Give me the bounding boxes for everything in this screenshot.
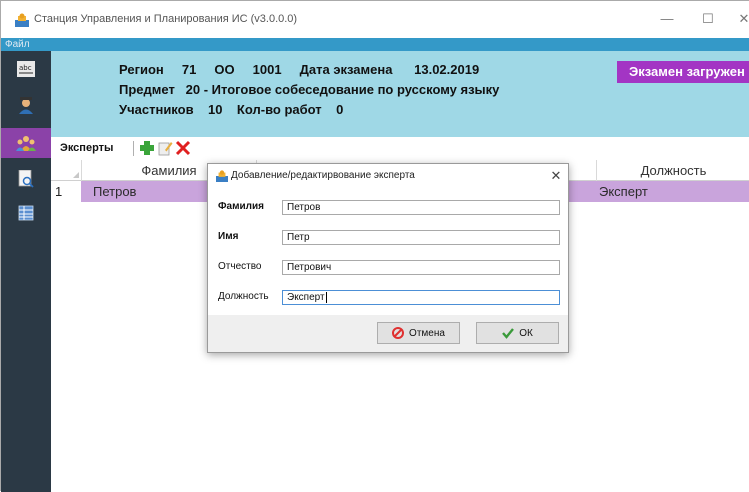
expert-edit-dialog: Добавление/редактирвование эксперта ✕ Фа… — [207, 163, 569, 353]
menu-file[interactable]: Файл — [5, 39, 30, 50]
exam-region-line: Регион 71 ОО 1001 Дата экзамена 13.02.20… — [119, 62, 480, 77]
surname-field[interactable]: Петров — [282, 200, 560, 215]
exam-participants-line: Участников 10 Кол-во работ 0 — [119, 102, 344, 117]
cancel-button-label: Отмена — [409, 327, 445, 339]
maximize-button[interactable]: ☐ — [695, 9, 721, 29]
app-icon — [216, 170, 228, 182]
abc-icon: abc — [17, 61, 35, 77]
minimize-button[interactable]: — — [654, 9, 680, 29]
svg-text:abc: abc — [19, 64, 32, 72]
cancel-icon — [392, 327, 405, 339]
text-caret — [325, 291, 327, 303]
ok-button-label: ОК — [519, 327, 533, 339]
main-window: Станция Управления и Планирования ИС (v3… — [0, 0, 749, 492]
toolbar-separator — [133, 141, 134, 156]
window-title: Станция Управления и Планирования ИС (v3… — [34, 13, 298, 25]
dialog-close-button[interactable]: ✕ — [547, 167, 565, 185]
dialog-footer: Отмена ОК — [208, 315, 568, 352]
sidebar-item-expert[interactable] — [1, 91, 51, 121]
close-window-button[interactable]: ✕ — [731, 9, 749, 29]
sidebar-item-experts[interactable] — [1, 128, 51, 158]
sidebar: abc — [1, 51, 51, 492]
surname-label: Фамилия — [218, 201, 264, 212]
sidebar-item-documents[interactable] — [1, 164, 51, 194]
ok-button[interactable]: ОК — [476, 322, 559, 344]
experts-toolbar: Эксперты — [51, 137, 749, 160]
cell-position[interactable]: Эксперт — [599, 181, 648, 202]
user-award-icon — [19, 97, 33, 114]
select-all-corner-icon[interactable] — [73, 172, 79, 178]
checkmark-icon — [502, 328, 515, 339]
experts-toolbar-label: Эксперты — [60, 142, 114, 154]
menu-bar: Файл — [1, 38, 749, 51]
document-search-icon — [18, 170, 34, 188]
app-icon — [15, 13, 29, 27]
column-header-position[interactable]: Должность — [596, 160, 749, 181]
dialog-title: Добавление/редактирвование эксперта — [231, 170, 415, 181]
add-icon[interactable] — [139, 140, 155, 156]
position-field[interactable]: Эксперт — [282, 290, 560, 305]
edit-icon[interactable] — [157, 140, 173, 156]
patronymic-label: Отчество — [218, 261, 262, 272]
position-field-value: Эксперт — [287, 292, 325, 303]
cell-surname[interactable]: Петров — [93, 181, 136, 202]
sidebar-item-table[interactable] — [1, 198, 51, 228]
dialog-body: Фамилия Петров Имя Петр Отчество Петрови… — [208, 188, 568, 315]
row-number: 1 — [55, 184, 63, 199]
cancel-button[interactable]: Отмена — [377, 322, 460, 344]
exam-info-panel: Регион 71 ОО 1001 Дата экзамена 13.02.20… — [51, 51, 749, 137]
exam-status-badge: Экзамен загружен — [617, 61, 749, 83]
position-label: Должность — [218, 291, 269, 302]
name-field[interactable]: Петр — [282, 230, 560, 245]
sidebar-item-abc[interactable]: abc — [1, 54, 51, 84]
exam-subject-line: Предмет 20 - Итоговое собеседование по р… — [119, 82, 500, 97]
title-bar: Станция Управления и Планирования ИС (v3… — [1, 1, 749, 38]
patronymic-field[interactable]: Петрович — [282, 260, 560, 275]
delete-icon[interactable] — [175, 140, 191, 156]
name-label: Имя — [218, 231, 239, 242]
dialog-title-bar: Добавление/редактирвование эксперта ✕ — [208, 164, 568, 188]
table-icon — [18, 205, 34, 221]
users-icon — [16, 136, 36, 151]
